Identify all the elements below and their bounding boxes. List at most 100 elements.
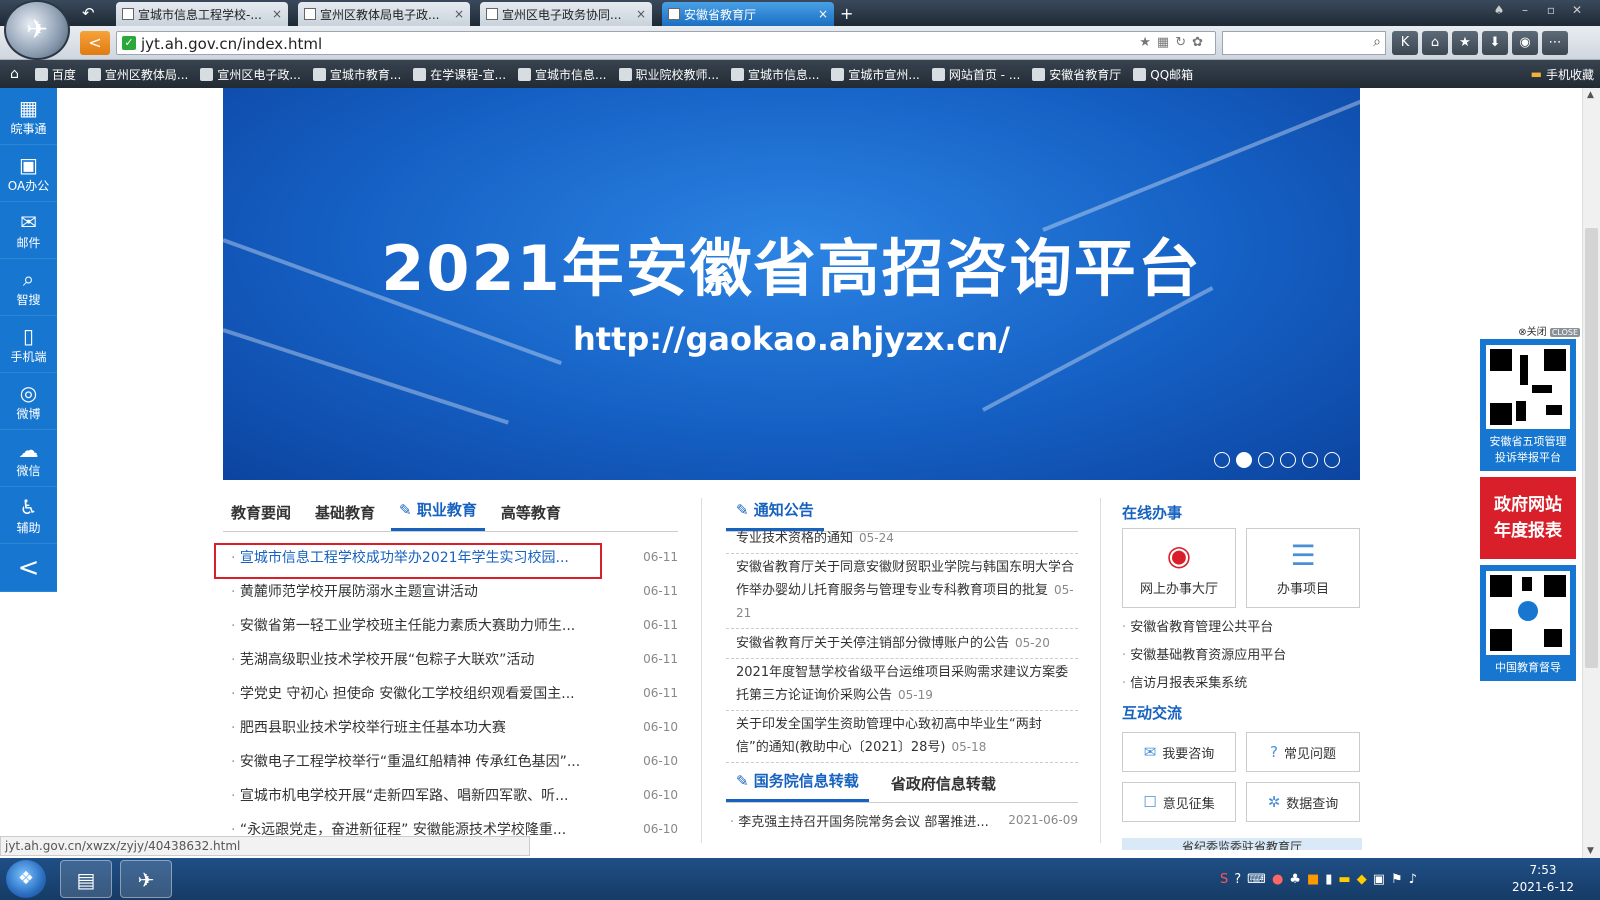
tray-app-icon[interactable]: ▬	[1338, 872, 1350, 887]
tray-app-icon[interactable]: ▮	[1325, 872, 1332, 887]
tab-close-icon[interactable]: ×	[272, 7, 282, 21]
bookmark-item[interactable]: 宣城市信息...	[725, 66, 825, 83]
banner-link[interactable]: http://gaokao.ahjyzx.cn/	[223, 320, 1360, 358]
online-hall-button[interactable]: ◉ 网上办事大厅	[1122, 528, 1236, 608]
bookmark-item[interactable]: 职业院校教师...	[613, 66, 725, 83]
k-icon[interactable]: K	[1392, 31, 1418, 55]
minimize-icon[interactable]: –	[1514, 3, 1536, 19]
notice-item[interactable]: 安徽省教育厅关于同意安徽财贸职业学院与韩国东明大学合作举办婴幼儿托育服务与管理专…	[726, 554, 1078, 629]
bookmark-item[interactable]: 宣城市教育...	[307, 66, 407, 83]
help-icon[interactable]: ?	[1234, 872, 1241, 887]
news-item[interactable]: 安徽电子工程学校举行“重温红船精神 传承红色基因”...06-10	[223, 744, 678, 778]
tab-3[interactable]: 宣州区电子政务协同... ×	[480, 2, 652, 26]
bookmark-item[interactable]: 宣城市信息...	[512, 66, 612, 83]
tab-close-icon[interactable]: ×	[818, 7, 828, 21]
bookmark-folder[interactable]: ▬ 手机收藏	[1525, 66, 1600, 83]
menu-icon[interactable]: ⋯	[1542, 31, 1568, 55]
data-query-button[interactable]: ✲ 数据查询	[1246, 782, 1360, 822]
tab-1[interactable]: 宣城市信息工程学校-... ×	[116, 2, 288, 26]
star-icon[interactable]: ★	[1139, 35, 1157, 50]
bookmark-item[interactable]: 百度	[29, 66, 82, 83]
tray-app-icon[interactable]: ■	[1307, 872, 1319, 887]
tab-close-icon[interactable]: ×	[636, 7, 646, 21]
sidebar-collapse-button[interactable]: <	[0, 544, 57, 592]
tab-provincial-gov[interactable]: 省政府信息转载	[869, 773, 1006, 802]
sidebar-item-accessibility[interactable]: ♿ 辅助	[0, 487, 57, 544]
page-scrollbar[interactable]: ▲ ▼	[1582, 88, 1600, 858]
scroll-down-icon[interactable]: ▼	[1587, 846, 1594, 856]
sidebar-item-search[interactable]: ⌕ 智搜	[0, 259, 57, 316]
game-icon[interactable]: ◉	[1512, 31, 1538, 55]
tab-4-active[interactable]: 安徽省教育厅 ×	[662, 2, 834, 26]
address-bar[interactable]: ✓ jyt.ah.gov.cn/index.html ★▦↻✿	[116, 31, 1216, 55]
bookmark-item[interactable]: 宣州区教体局...	[82, 66, 194, 83]
keyboard-icon[interactable]: ⌨	[1247, 872, 1266, 887]
service-link[interactable]: 安徽基础教育资源应用平台	[1122, 642, 1362, 670]
address-tools[interactable]: ★▦↻✿	[1139, 35, 1209, 50]
slide-dot[interactable]	[1280, 452, 1296, 468]
tray-app-icon[interactable]: ●	[1272, 872, 1283, 887]
news-item[interactable]: 学党史 守初心 担使命 安徽化工学校组织观看爱国主...06-11	[223, 676, 678, 710]
volume-icon[interactable]: ♪	[1409, 872, 1417, 887]
gov-info-item[interactable]: 李克强主持召开国务院常务会议 部署推进...2021-06-09	[726, 803, 1078, 837]
news-item[interactable]: 芜湖高级职业技术学校开展“包粽子大联欢”活动06-11	[223, 642, 678, 676]
bookmark-item[interactable]: QQ邮箱	[1127, 66, 1199, 83]
back-button[interactable]: <	[80, 31, 110, 55]
sidebar-item-wechat[interactable]: ☁ 微信	[0, 430, 57, 487]
service-items-button[interactable]: ☰ 办事项目	[1246, 528, 1360, 608]
tab-vocational-education[interactable]: ✎ 职业教育	[391, 499, 485, 531]
browser-taskbar-icon[interactable]: ✈	[120, 860, 172, 898]
news-item[interactable]: 安徽省第一轻工业学校班主任能力素质大赛助力师生...06-11	[223, 608, 678, 642]
start-button-icon[interactable]: ❖	[6, 860, 46, 898]
sidebar-item-weibo[interactable]: ◎ 微博	[0, 373, 57, 430]
education-supervision-qr-ad[interactable]: 中国教育督导	[1480, 565, 1576, 681]
tab-2[interactable]: 宣州区教体局电子政... ×	[298, 2, 470, 26]
hero-banner[interactable]: 2021年安徽省高招咨询平台 http://gaokao.ahjyzx.cn/	[223, 88, 1360, 480]
notice-item[interactable]: 关于印发全国学生资助管理中心致初高中毕业生“两封信”的通知(教助中心〔2021〕…	[726, 711, 1078, 763]
tray-app-icon[interactable]: ♣	[1289, 872, 1301, 887]
scroll-up-icon[interactable]: ▲	[1587, 90, 1594, 100]
favorites-icon[interactable]: ★	[1452, 31, 1478, 55]
slide-dot[interactable]	[1324, 452, 1340, 468]
refresh-icon[interactable]: ↻	[1175, 35, 1192, 50]
tab-education-news[interactable]: 教育要闻	[223, 502, 299, 531]
close-window-icon[interactable]: ✕	[1566, 3, 1588, 19]
search-box[interactable]: ⌕	[1222, 31, 1386, 55]
close-ads-button[interactable]: ⊗关闭 CLOSE	[1480, 323, 1580, 338]
annual-report-ad[interactable]: 政府网站 年度报表	[1480, 477, 1576, 559]
news-item[interactable]: 黄麓师范学校开展防溺水主题宣讲活动06-11	[223, 574, 678, 608]
sidebar-item-mail[interactable]: ✉ 邮件	[0, 202, 57, 259]
notice-item[interactable]: 专业技术资格的通知 05-24	[726, 524, 1078, 554]
news-item[interactable]: 宣城市机电学校开展“走新四军路、唱新四军歌、听...06-10	[223, 778, 678, 812]
new-tab-button[interactable]: +	[840, 4, 853, 23]
action-center-icon[interactable]: ⚑	[1391, 872, 1403, 887]
news-item[interactable]: 宣城市信息工程学校成功举办2021年学生实习校园...06-11	[223, 540, 678, 574]
service-link[interactable]: 安徽省教育管理公共平台	[1122, 614, 1362, 642]
consult-button[interactable]: ✉ 我要咨询	[1122, 732, 1236, 772]
faq-button[interactable]: ? 常见问题	[1246, 732, 1360, 772]
taskbar-clock[interactable]: 7:53 2021-6-12	[1508, 862, 1578, 898]
browser-logo-icon[interactable]: ✈	[4, 0, 70, 60]
engine-icon[interactable]: ✿	[1192, 35, 1209, 50]
skin-icon[interactable]: ♠	[1488, 3, 1510, 19]
bookmark-item[interactable]: 安徽省教育厅	[1026, 66, 1127, 83]
input-method-icon[interactable]: S	[1220, 872, 1228, 887]
lock-icon[interactable]: ⌂	[1422, 31, 1448, 55]
notice-item[interactable]: 2021年度智慧学校省级平台运维项目采购需求建议方案委托第三方论证询价采购公告 0…	[726, 659, 1078, 711]
bookmark-item[interactable]: 网站首页 - ...	[926, 66, 1026, 83]
feedback-button[interactable]: ☐ 意见征集	[1122, 782, 1236, 822]
sidebar-item-wanshitong[interactable]: ▦ 皖事通	[0, 88, 57, 145]
notice-item[interactable]: 安徽省教育厅关于关停注销部分微博账户的公告 05-20	[726, 629, 1078, 659]
bookmark-item[interactable]: 宣州区电子政...	[194, 66, 306, 83]
scroll-thumb[interactable]	[1585, 228, 1598, 668]
discipline-banner[interactable]: 省纪委监委驻省教育厅	[1122, 838, 1362, 850]
slide-dot[interactable]	[1302, 452, 1318, 468]
tab-basic-education[interactable]: 基础教育	[307, 502, 383, 531]
bookmark-item[interactable]: 宣城市宣州...	[825, 66, 925, 83]
service-link[interactable]: 信访月报表采集系统	[1122, 670, 1362, 698]
sidebar-item-oa[interactable]: ▣ OA办公	[0, 145, 57, 202]
tab-close-icon[interactable]: ×	[454, 7, 464, 21]
file-explorer-icon[interactable]: ▤	[60, 860, 112, 898]
tab-state-council[interactable]: ✎ 国务院信息转载	[726, 770, 869, 802]
complaint-qr-ad[interactable]: 安徽省五项管理投诉举报平台	[1480, 339, 1576, 471]
